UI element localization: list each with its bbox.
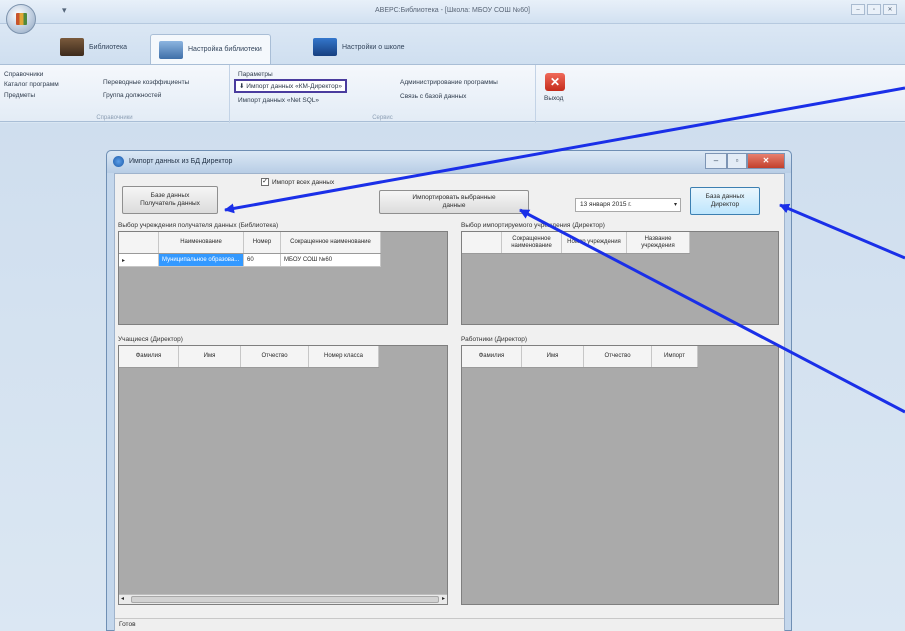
- title-bar: ▾ АВЕРС:Библиотека - [Школа: МБОУ СОШ №6…: [0, 0, 905, 24]
- column-header[interactable]: Имя: [179, 346, 241, 367]
- row-marker-icon: ▸: [119, 254, 159, 266]
- tab-label: Настройки о школе: [342, 43, 405, 51]
- dialog-minimize-button[interactable]: –: [705, 153, 727, 169]
- app-icon: [113, 156, 124, 167]
- ribbon-item-program-catalog[interactable]: Каталог программ: [4, 81, 59, 88]
- grid-header: Сокращенное наименование Номер учреждени…: [462, 232, 690, 254]
- chevron-down-icon[interactable]: ▾: [674, 201, 677, 208]
- school-icon: [313, 38, 337, 56]
- column-header[interactable]: Номер: [244, 232, 281, 253]
- ribbon-item-db-connection[interactable]: Связь с базой данных: [400, 93, 466, 100]
- director-db-button[interactable]: База данных Директор: [690, 187, 760, 215]
- column-header[interactable]: Отчество: [584, 346, 652, 367]
- students-panel-label: Учащиеся (Директор): [118, 336, 183, 343]
- window-title: АВЕРС:Библиотека - [Школа: МБОУ СОШ №60]: [375, 7, 530, 14]
- dialog-maximize-button[interactable]: ▫: [727, 153, 747, 169]
- director-panel-label: Выбор импортируемого учреждения (Директо…: [461, 222, 605, 229]
- tab-library-settings[interactable]: Настройка библиотеки: [150, 34, 271, 64]
- maximize-button[interactable]: ▫: [867, 4, 881, 15]
- column-header[interactable]: Отчество: [241, 346, 309, 367]
- grid-header: Фамилия Имя Отчество Номер класса: [119, 346, 379, 368]
- column-header[interactable]: Фамилия: [119, 346, 179, 367]
- table-cell[interactable]: 60: [244, 254, 281, 266]
- window-controls: – ▫ ✕: [851, 4, 897, 15]
- import-all-checkbox[interactable]: ✓ Импорт всех данных: [261, 178, 334, 186]
- dialog-close-button[interactable]: ✕: [747, 153, 785, 169]
- scroll-left-icon[interactable]: ◂: [121, 595, 124, 602]
- ribbon-item-subjects[interactable]: Предметы: [4, 92, 35, 99]
- item-label: Импорт данных «КМ-Директор»: [246, 83, 343, 90]
- library-panel-label: Выбор учреждения получателя данных (Библ…: [118, 222, 279, 229]
- tab-library[interactable]: Библиотека: [52, 34, 135, 60]
- column-header[interactable]: Импорт: [652, 346, 698, 367]
- close-button[interactable]: ✕: [883, 4, 897, 15]
- column-header[interactable]: Фамилия: [462, 346, 522, 367]
- students-grid[interactable]: Фамилия Имя Отчество Номер класса ◂ ▸: [118, 345, 448, 605]
- row-header-corner: [119, 232, 159, 253]
- grid-header: Фамилия Имя Отчество Импорт: [462, 346, 698, 368]
- date-picker[interactable]: 13 января 2015 г. ▾: [575, 198, 681, 212]
- ribbon-item-coefficients[interactable]: Переводные коэффициенты: [103, 79, 189, 86]
- column-header[interactable]: Имя: [522, 346, 584, 367]
- group-label: Сервис: [372, 115, 393, 121]
- ribbon-tabs: Библиотека Настройка библиотеки Настройк…: [0, 24, 905, 64]
- library-grid[interactable]: Наименование Номер Сокращенное наименова…: [118, 231, 448, 325]
- workers-panel-label: Работники (Директор): [461, 336, 528, 343]
- status-bar: Готов: [115, 618, 784, 631]
- get-data-button[interactable]: Базе данных Получатель данных: [122, 186, 218, 214]
- ribbon-item-position-group[interactable]: Группа должностей: [103, 92, 161, 99]
- dialog-controls: – ▫ ✕: [705, 153, 785, 169]
- ribbon-item-import-net-sql[interactable]: Импорт данных «Net SQL»: [238, 97, 319, 104]
- row-header-corner: [462, 232, 502, 253]
- import-dialog: Импорт данных из БД Директор – ▫ ✕ Базе …: [106, 150, 792, 631]
- column-header[interactable]: Название учреждения: [627, 232, 690, 253]
- column-header[interactable]: Наименование: [159, 232, 244, 253]
- column-header[interactable]: Сокращенное наименование: [502, 232, 562, 253]
- books-icon: [60, 38, 84, 56]
- dialog-title: Импорт данных из БД Директор: [129, 158, 233, 165]
- column-header[interactable]: Номер учреждения: [562, 232, 627, 253]
- table-cell[interactable]: МБОУ СОШ №60: [281, 254, 381, 266]
- date-value: 13 января 2015 г.: [580, 201, 632, 208]
- ribbon-item-administration[interactable]: Администрирование программы: [400, 79, 498, 86]
- dialog-body: Базе данных Получатель данных ✓ Импорт в…: [114, 173, 785, 631]
- tab-school-settings[interactable]: Настройки о школе: [305, 34, 413, 60]
- minimize-button[interactable]: –: [851, 4, 865, 15]
- ribbon-item-references[interactable]: Справочники: [4, 71, 43, 78]
- checkbox-box[interactable]: ✓: [261, 178, 269, 186]
- scroll-right-icon[interactable]: ▸: [442, 595, 445, 602]
- table-cell[interactable]: Муниципальное образова...: [159, 254, 244, 266]
- table-row[interactable]: ▸ Муниципальное образова... 60 МБОУ СОШ …: [119, 254, 381, 267]
- tab-label: Настройка библиотеки: [188, 46, 262, 53]
- tab-label: Библиотека: [89, 43, 128, 51]
- exit-icon[interactable]: ✕: [545, 73, 565, 91]
- ribbon-item-import-km-director[interactable]: ⬇ Импорт данных «КМ-Директор»: [234, 79, 348, 93]
- ribbon-item-parameters[interactable]: Параметры: [238, 71, 273, 78]
- director-grid[interactable]: Сокращенное наименование Номер учреждени…: [461, 231, 779, 325]
- settings-icon: [159, 40, 183, 59]
- exit-label[interactable]: Выход: [544, 95, 563, 102]
- group-label: Справочники: [96, 115, 133, 121]
- import-selected-button[interactable]: Импортировать выбранные данные: [379, 190, 529, 214]
- workers-grid[interactable]: Фамилия Имя Отчество Импорт: [461, 345, 779, 605]
- horizontal-scrollbar[interactable]: ◂ ▸: [119, 594, 447, 604]
- ribbon-group-service: Параметры ⬇ Импорт данных «КМ-Директор» …: [230, 65, 536, 123]
- ribbon: Справочники Каталог программ Предметы Пе…: [0, 64, 905, 123]
- column-header[interactable]: Сокращенное наименование: [281, 232, 381, 253]
- grid-header: Наименование Номер Сокращенное наименова…: [119, 232, 381, 254]
- dialog-title-bar: Импорт данных из БД Директор – ▫ ✕: [107, 151, 791, 173]
- scroll-thumb[interactable]: [131, 596, 439, 603]
- ribbon-group-references: Справочники Каталог программ Предметы Пе…: [0, 65, 230, 123]
- application-menu-button[interactable]: [6, 4, 36, 34]
- column-header[interactable]: Номер класса: [309, 346, 379, 367]
- checkbox-label: Импорт всех данных: [272, 178, 335, 186]
